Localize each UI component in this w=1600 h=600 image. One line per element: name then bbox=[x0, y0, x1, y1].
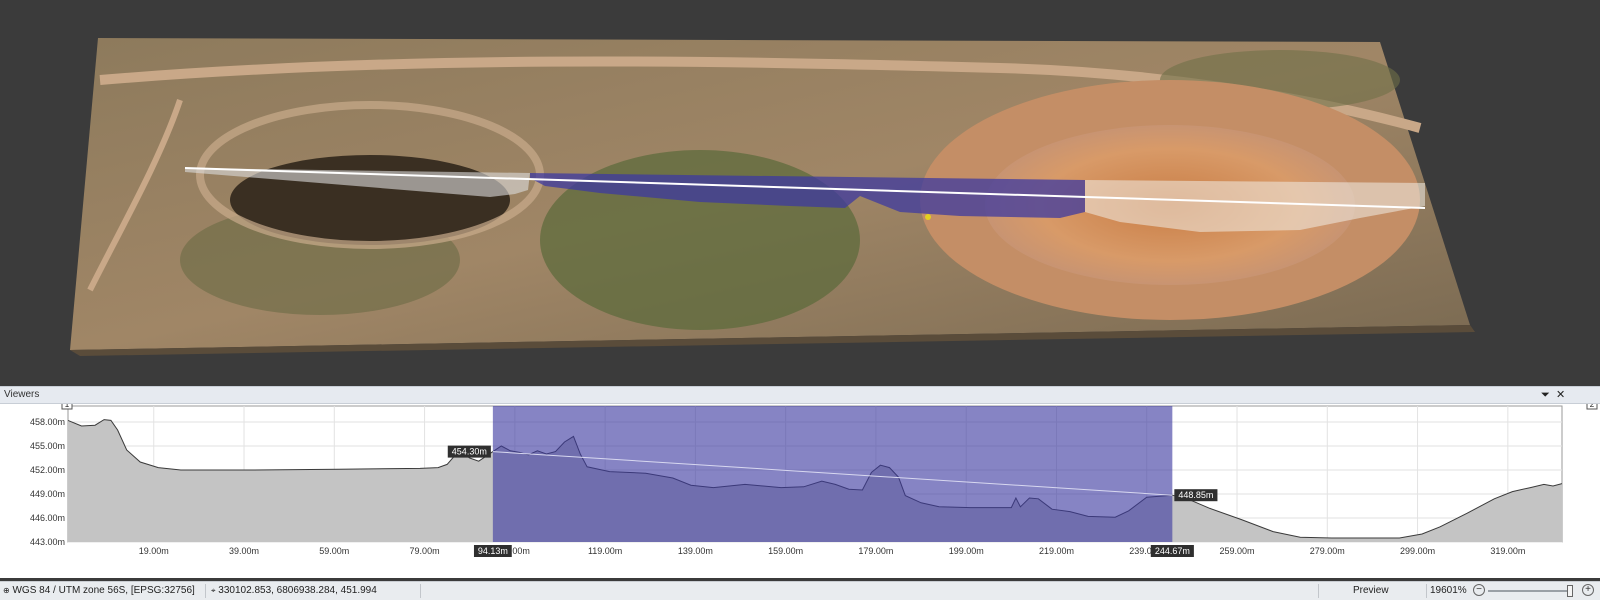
viewers-panel-header: Viewers ⏷ ✕ bbox=[0, 386, 1600, 404]
cursor-marker bbox=[925, 214, 931, 220]
crs-label: WGS 84 / UTM zone 56S, [EPSG:32756] bbox=[12, 585, 195, 596]
x-tick-label: 39.00m bbox=[229, 546, 259, 556]
status-bar: ⊕ WGS 84 / UTM zone 56S, [EPSG:32756] ⌖ … bbox=[0, 581, 1600, 600]
close-icon[interactable]: ✕ bbox=[1556, 388, 1565, 402]
x-tick-label: 299.00m bbox=[1400, 546, 1435, 556]
zoom-out-button[interactable]: − bbox=[1473, 584, 1485, 596]
x-tick-label: 139.00m bbox=[678, 546, 713, 556]
y-tick-label: 458.00m bbox=[30, 417, 65, 427]
zoom-level: 19601% bbox=[1430, 585, 1467, 596]
coordinate-readout: ⌖ 330102.853, 6806938.284, 451.994 bbox=[211, 585, 377, 596]
y-tick-label: 446.00m bbox=[30, 513, 65, 523]
x-tick-label: 179.00m bbox=[858, 546, 893, 556]
crs-indicator[interactable]: ⊕ WGS 84 / UTM zone 56S, [EPSG:32756] bbox=[3, 585, 195, 596]
x-tick-label: 219.00m bbox=[1039, 546, 1074, 556]
x-tick-label: 79.00m bbox=[410, 546, 440, 556]
status-separator bbox=[420, 584, 421, 598]
x-tick-label: 279.00m bbox=[1310, 546, 1345, 556]
status-separator bbox=[1426, 584, 1427, 598]
y-tick-label: 452.00m bbox=[30, 465, 65, 475]
mode-label: Preview bbox=[1353, 585, 1389, 596]
selection-start-label: 94.13m bbox=[478, 546, 508, 556]
profile-start-marker: 1 bbox=[65, 404, 70, 409]
y-tick-label: 449.00m bbox=[30, 489, 65, 499]
y-tick-label: 443.00m bbox=[30, 537, 65, 547]
profile-end-marker: 2 bbox=[1590, 404, 1595, 409]
coordinate-label: 330102.853, 6806938.284, 451.994 bbox=[218, 585, 377, 596]
x-tick-label: 59.00m bbox=[319, 546, 349, 556]
viewers-panel-title: Viewers bbox=[4, 389, 40, 400]
3d-scene-viewport[interactable] bbox=[0, 0, 1600, 386]
elevation-profile-viewer[interactable]: 19.00m 39.00m 59.00m 79.00m 99.00m 119.00m 139… bbox=[0, 404, 1600, 578]
3d-scene-svg[interactable] bbox=[0, 0, 1600, 386]
selection-end-label: 244.67m bbox=[1155, 546, 1190, 556]
left-elevation-label: 454.30m bbox=[452, 447, 487, 457]
zoom-slider[interactable] bbox=[1488, 590, 1568, 592]
status-separator bbox=[1318, 584, 1319, 598]
crosshair-icon: ⌖ bbox=[211, 586, 216, 595]
elevation-profile-chart[interactable]: 19.00m 39.00m 59.00m 79.00m 99.00m 119.00m 139… bbox=[0, 404, 1600, 578]
zoom-slider-thumb[interactable] bbox=[1567, 585, 1573, 597]
globe-icon: ⊕ bbox=[3, 586, 10, 595]
x-tick-label: 19.00m bbox=[139, 546, 169, 556]
pin-icon[interactable]: ⏷ bbox=[1541, 388, 1550, 402]
x-tick-label: 259.00m bbox=[1220, 546, 1255, 556]
x-tick-label: 159.00m bbox=[768, 546, 803, 556]
x-tick-label: 319.00m bbox=[1490, 546, 1525, 556]
selection-region[interactable] bbox=[492, 406, 1173, 542]
x-tick-label: 199.00m bbox=[949, 546, 984, 556]
right-elevation-label: 448.85m bbox=[1178, 490, 1213, 500]
status-separator bbox=[205, 584, 206, 598]
zoom-in-button[interactable]: + bbox=[1582, 584, 1594, 596]
x-tick-label: 119.00m bbox=[588, 546, 622, 556]
y-tick-label: 455.00m bbox=[30, 441, 65, 451]
